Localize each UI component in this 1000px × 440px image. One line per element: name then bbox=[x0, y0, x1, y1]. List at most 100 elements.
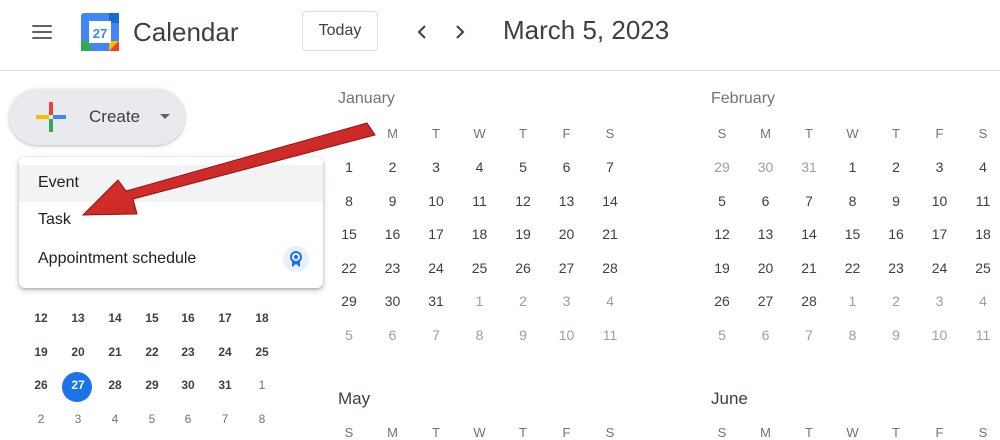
calendar-day[interactable]: 30 bbox=[751, 159, 781, 175]
calendar-day[interactable]: 6 bbox=[378, 327, 408, 343]
mini-calendar-day[interactable]: 18 bbox=[245, 311, 279, 325]
create-button[interactable]: Create bbox=[9, 89, 185, 145]
calendar-day[interactable]: 1 bbox=[334, 159, 364, 175]
calendar-day[interactable]: 15 bbox=[334, 226, 364, 242]
calendar-day[interactable]: 18 bbox=[465, 226, 495, 242]
mini-calendar-day[interactable]: 31 bbox=[208, 378, 242, 392]
mini-calendar-day[interactable]: 1 bbox=[245, 378, 279, 392]
calendar-day[interactable]: 5 bbox=[707, 193, 737, 209]
calendar-day[interactable]: 5 bbox=[508, 159, 538, 175]
mini-calendar-day[interactable]: 24 bbox=[208, 345, 242, 359]
calendar-day[interactable]: 20 bbox=[552, 226, 582, 242]
calendar-day[interactable]: 10 bbox=[421, 193, 451, 209]
calendar-day[interactable]: 22 bbox=[838, 260, 868, 276]
mini-calendar-day[interactable]: 4 bbox=[98, 412, 132, 426]
mini-calendar-day[interactable]: 29 bbox=[135, 378, 169, 392]
calendar-day[interactable]: 7 bbox=[794, 327, 824, 343]
mini-calendar-day[interactable]: 21 bbox=[98, 345, 132, 359]
calendar-day[interactable]: 25 bbox=[968, 260, 998, 276]
month-title-may[interactable]: May bbox=[338, 389, 370, 409]
calendar-day[interactable]: 27 bbox=[751, 293, 781, 309]
calendar-day[interactable]: 1 bbox=[838, 293, 868, 309]
calendar-day[interactable]: 24 bbox=[925, 260, 955, 276]
calendar-day[interactable]: 16 bbox=[881, 226, 911, 242]
calendar-day[interactable]: 12 bbox=[707, 226, 737, 242]
calendar-day[interactable]: 5 bbox=[334, 327, 364, 343]
calendar-day[interactable]: 4 bbox=[595, 293, 625, 309]
calendar-day[interactable]: 3 bbox=[421, 159, 451, 175]
calendar-day[interactable]: 25 bbox=[465, 260, 495, 276]
calendar-day[interactable]: 1 bbox=[465, 293, 495, 309]
calendar-day[interactable]: 28 bbox=[595, 260, 625, 276]
calendar-day[interactable]: 4 bbox=[968, 159, 998, 175]
menu-item-event[interactable]: Event bbox=[19, 165, 323, 202]
calendar-day[interactable]: 12 bbox=[508, 193, 538, 209]
calendar-day[interactable]: 28 bbox=[794, 293, 824, 309]
mini-calendar-day[interactable]: 3 bbox=[61, 412, 95, 426]
calendar-day[interactable]: 9 bbox=[378, 193, 408, 209]
calendar-day[interactable]: 27 bbox=[552, 260, 582, 276]
mini-calendar-day[interactable]: 2 bbox=[24, 412, 58, 426]
calendar-day[interactable]: 23 bbox=[378, 260, 408, 276]
mini-calendar-day[interactable]: 5 bbox=[135, 412, 169, 426]
calendar-day[interactable]: 13 bbox=[552, 193, 582, 209]
mini-calendar-day[interactable]: 7 bbox=[208, 412, 242, 426]
calendar-day[interactable]: 13 bbox=[751, 226, 781, 242]
calendar-day[interactable]: 11 bbox=[968, 327, 998, 343]
calendar-day[interactable]: 2 bbox=[881, 159, 911, 175]
mini-calendar-day[interactable]: 20 bbox=[61, 345, 95, 359]
mini-calendar-day-selected[interactable]: 27 bbox=[61, 378, 95, 392]
calendar-day[interactable]: 4 bbox=[968, 293, 998, 309]
calendar-day[interactable]: 14 bbox=[794, 226, 824, 242]
mini-calendar-day[interactable]: 25 bbox=[245, 345, 279, 359]
calendar-day[interactable]: 6 bbox=[552, 159, 582, 175]
mini-calendar-day[interactable]: 22 bbox=[135, 345, 169, 359]
mini-calendar-day[interactable]: 12 bbox=[24, 311, 58, 325]
calendar-day[interactable]: 10 bbox=[925, 193, 955, 209]
calendar-day[interactable]: 24 bbox=[421, 260, 451, 276]
mini-calendar-day[interactable]: 15 bbox=[135, 311, 169, 325]
calendar-day[interactable]: 11 bbox=[465, 193, 495, 209]
calendar-day[interactable]: 29 bbox=[707, 159, 737, 175]
month-title-january[interactable]: January bbox=[338, 90, 395, 108]
calendar-day[interactable]: 7 bbox=[794, 193, 824, 209]
dropdown-caret-icon[interactable] bbox=[160, 114, 170, 119]
month-title-june[interactable]: June bbox=[711, 389, 748, 409]
calendar-day[interactable]: 8 bbox=[334, 193, 364, 209]
calendar-day[interactable]: 17 bbox=[421, 226, 451, 242]
calendar-day[interactable]: 29 bbox=[334, 293, 364, 309]
calendar-day[interactable]: 3 bbox=[552, 293, 582, 309]
mini-calendar-day[interactable]: 26 bbox=[24, 378, 58, 392]
calendar-day[interactable]: 10 bbox=[552, 327, 582, 343]
calendar-day[interactable]: 15 bbox=[838, 226, 868, 242]
calendar-day[interactable]: 8 bbox=[465, 327, 495, 343]
calendar-day[interactable]: 2 bbox=[508, 293, 538, 309]
previous-period-icon[interactable] bbox=[408, 18, 436, 46]
calendar-day[interactable]: 20 bbox=[751, 260, 781, 276]
calendar-day[interactable]: 4 bbox=[465, 159, 495, 175]
mini-calendar-day[interactable]: 8 bbox=[245, 412, 279, 426]
calendar-day[interactable]: 6 bbox=[751, 193, 781, 209]
calendar-day[interactable]: 23 bbox=[881, 260, 911, 276]
calendar-day[interactable]: 11 bbox=[968, 193, 998, 209]
mini-calendar-day[interactable]: 16 bbox=[171, 311, 205, 325]
calendar-day[interactable]: 9 bbox=[508, 327, 538, 343]
calendar-day[interactable]: 21 bbox=[595, 226, 625, 242]
calendar-day[interactable]: 6 bbox=[751, 327, 781, 343]
calendar-day[interactable]: 30 bbox=[378, 293, 408, 309]
calendar-day[interactable]: 5 bbox=[707, 327, 737, 343]
calendar-logo-icon[interactable]: 27 bbox=[81, 13, 119, 51]
calendar-day[interactable]: 7 bbox=[421, 327, 451, 343]
calendar-day[interactable]: 2 bbox=[881, 293, 911, 309]
calendar-day[interactable]: 19 bbox=[508, 226, 538, 242]
calendar-day[interactable]: 19 bbox=[707, 260, 737, 276]
mini-calendar-day[interactable]: 19 bbox=[24, 345, 58, 359]
calendar-day[interactable]: 18 bbox=[968, 226, 998, 242]
mini-calendar-day[interactable]: 28 bbox=[98, 378, 132, 392]
mini-calendar-day[interactable]: 17 bbox=[208, 311, 242, 325]
calendar-day[interactable]: 22 bbox=[334, 260, 364, 276]
calendar-day[interactable]: 14 bbox=[595, 193, 625, 209]
main-menu-icon[interactable] bbox=[22, 15, 62, 49]
calendar-day[interactable]: 9 bbox=[881, 327, 911, 343]
calendar-day[interactable]: 16 bbox=[378, 226, 408, 242]
